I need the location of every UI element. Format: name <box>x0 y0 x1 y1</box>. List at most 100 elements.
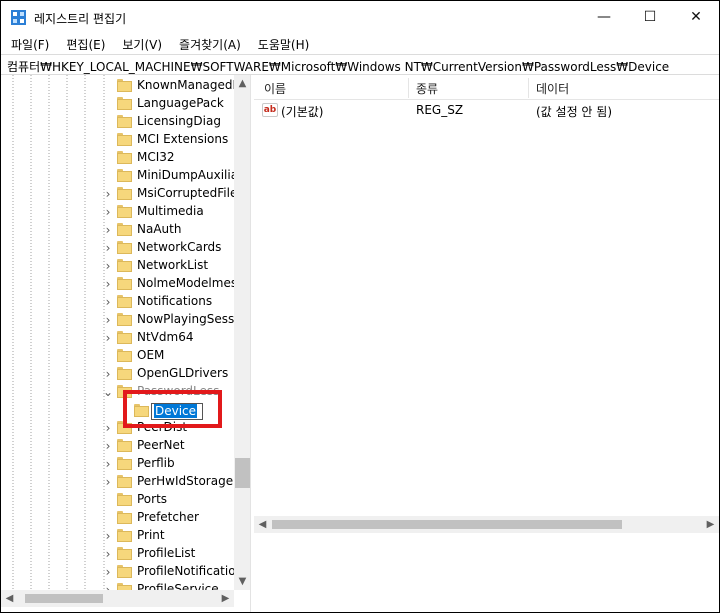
chevron-right-icon[interactable]: › <box>102 259 114 273</box>
chevron-right-icon[interactable]: › <box>102 277 114 291</box>
chevron-right-icon[interactable]: › <box>102 241 114 255</box>
tree-item-label: NolmeModelmes <box>137 276 234 290</box>
tree-item-label: Prefetcher <box>137 510 199 524</box>
tree-item[interactable]: › MsiCorruptedFileR <box>1 185 234 203</box>
window-title: 레지스트리 편집기 <box>34 12 127 26</box>
chevron-right-icon[interactable]: › <box>102 331 114 345</box>
chevron-right-icon[interactable]: › <box>102 457 114 471</box>
tree-item-label: NowPlayingSessio <box>137 312 234 326</box>
tree-item[interactable]: › PerHwIdStorage <box>1 473 234 491</box>
minimize-button[interactable]: — <box>581 1 627 33</box>
menu-help[interactable]: 도움말(H) <box>248 33 317 53</box>
tree-item[interactable]: › Print <box>1 527 234 545</box>
tree-item-label: PerHwIdStorage <box>137 474 234 488</box>
tree-vertical-scrollbar[interactable]: ▲ ▼ <box>234 75 250 590</box>
folder-icon <box>117 529 132 542</box>
menu-edit[interactable]: 편집(E) <box>56 33 112 53</box>
tree-list: KnownManagedD LanguagePack LicensingDiag MC… <box>1 75 234 590</box>
column-name-header[interactable]: 이름 <box>264 80 286 97</box>
value-row[interactable]: ab (기본값) REG_SZ (값 설정 안 됨) <box>254 101 719 119</box>
tree-horizontal-scrollbar[interactable]: ◀ ▶ <box>1 590 234 607</box>
scroll-thumb[interactable] <box>272 520 622 529</box>
chevron-right-icon[interactable]: › <box>102 421 114 435</box>
menu-file[interactable]: 파일(F) <box>1 33 56 53</box>
chevron-right-icon[interactable]: › <box>102 475 114 489</box>
tree-item-label: OEM <box>137 348 165 362</box>
tree-item[interactable]: › NowPlayingSessio <box>1 311 234 329</box>
chevron-right-icon[interactable]: › <box>102 367 114 381</box>
tree-item[interactable]: › ProfileList <box>1 545 234 563</box>
folder-icon <box>117 511 132 524</box>
chevron-right-icon[interactable]: › <box>102 313 114 327</box>
tree-item[interactable]: MiniDumpAuxiliar <box>1 167 234 185</box>
scroll-up-arrow-icon[interactable]: ▲ <box>234 75 250 92</box>
tree-item-label: NetworkList <box>137 258 209 272</box>
chevron-right-icon[interactable]: › <box>102 187 114 201</box>
chevron-right-icon[interactable]: › <box>102 583 114 590</box>
scroll-right-arrow-icon[interactable]: ▶ <box>217 590 234 607</box>
folder-icon <box>117 97 132 110</box>
menu-view[interactable]: 보기(V) <box>112 33 169 53</box>
tree-item-label: ProfileNotification <box>137 564 234 578</box>
chevron-right-icon[interactable]: › <box>102 547 114 561</box>
scroll-left-arrow-icon[interactable]: ◀ <box>254 516 271 533</box>
value-data: (값 설정 안 됨) <box>536 105 613 119</box>
column-divider[interactable] <box>408 78 409 98</box>
folder-icon <box>117 367 132 380</box>
tree-item[interactable]: › OpenGLDrivers <box>1 365 234 383</box>
chevron-down-icon[interactable]: ⌄ <box>102 385 114 399</box>
menu-favorites[interactable]: 즐겨찾기(A) <box>169 33 248 53</box>
tree-item[interactable]: MCI32 <box>1 149 234 167</box>
tree-item[interactable]: › NolmeModelmes <box>1 275 234 293</box>
tree-item[interactable]: MCI Extensions <box>1 131 234 149</box>
chevron-right-icon[interactable]: › <box>102 205 114 219</box>
tree-connector <box>102 151 114 165</box>
tree-item[interactable]: › PeerNet <box>1 437 234 455</box>
tree-item[interactable]: Ports <box>1 491 234 509</box>
maximize-button[interactable]: ☐ <box>627 1 673 33</box>
scroll-left-arrow-icon[interactable]: ◀ <box>1 590 18 607</box>
menu-bar: 파일(F) 편집(E) 보기(V) 즐겨찾기(A) 도움말(H) <box>1 33 719 53</box>
tree-item[interactable]: Prefetcher <box>1 509 234 527</box>
tree-item-label: Ports <box>137 492 168 506</box>
tree-item[interactable]: › NetworkList <box>1 257 234 275</box>
tree-item[interactable]: › Perflib <box>1 455 234 473</box>
scroll-down-arrow-icon[interactable]: ▼ <box>234 573 250 590</box>
chevron-right-icon[interactable]: › <box>102 223 114 237</box>
chevron-right-icon[interactable]: › <box>102 565 114 579</box>
tree-item[interactable]: › NtVdm64 <box>1 329 234 347</box>
column-data-header[interactable]: 데이터 <box>536 80 569 97</box>
folder-icon <box>117 79 132 92</box>
tree-item[interactable]: › NetworkCards <box>1 239 234 257</box>
chevron-right-icon[interactable]: › <box>102 295 114 309</box>
tree-connector <box>102 511 114 525</box>
tree-item[interactable]: › Notifications <box>1 293 234 311</box>
chevron-right-icon[interactable]: › <box>102 439 114 453</box>
tree-item[interactable]: › ProfileNotification <box>1 563 234 581</box>
folder-icon <box>117 583 132 590</box>
tree-item[interactable]: KnownManagedD <box>1 77 234 95</box>
folder-icon <box>117 259 132 272</box>
tree-item-label: MsiCorruptedFileR <box>137 186 234 200</box>
address-bar[interactable]: 컴퓨터₩HKEY_LOCAL_MACHINE₩SOFTWARE₩Microsof… <box>1 54 719 75</box>
folder-icon <box>117 439 132 452</box>
close-button[interactable]: ✕ <box>673 1 719 33</box>
tree-connector <box>102 79 114 93</box>
column-divider[interactable] <box>528 78 529 98</box>
folder-icon <box>117 133 132 146</box>
chevron-right-icon[interactable]: › <box>102 529 114 543</box>
tree-item[interactable]: LicensingDiag <box>1 113 234 131</box>
tree-item[interactable]: LanguagePack <box>1 95 234 113</box>
scroll-right-arrow-icon[interactable]: ▶ <box>702 516 719 533</box>
scroll-thumb[interactable] <box>235 458 250 488</box>
tree-item[interactable]: › Multimedia <box>1 203 234 221</box>
tree-item[interactable]: OEM <box>1 347 234 365</box>
tree-item-label: NetworkCards <box>137 240 222 254</box>
tree-item[interactable]: › ProfileService <box>1 581 234 590</box>
highlight-box <box>123 390 222 428</box>
list-horizontal-scrollbar[interactable]: ◀ ▶ <box>254 516 719 533</box>
scroll-thumb[interactable] <box>25 594 103 603</box>
column-type-header[interactable]: 종류 <box>416 80 438 97</box>
folder-icon <box>117 115 132 128</box>
tree-item[interactable]: › NaAuth <box>1 221 234 239</box>
